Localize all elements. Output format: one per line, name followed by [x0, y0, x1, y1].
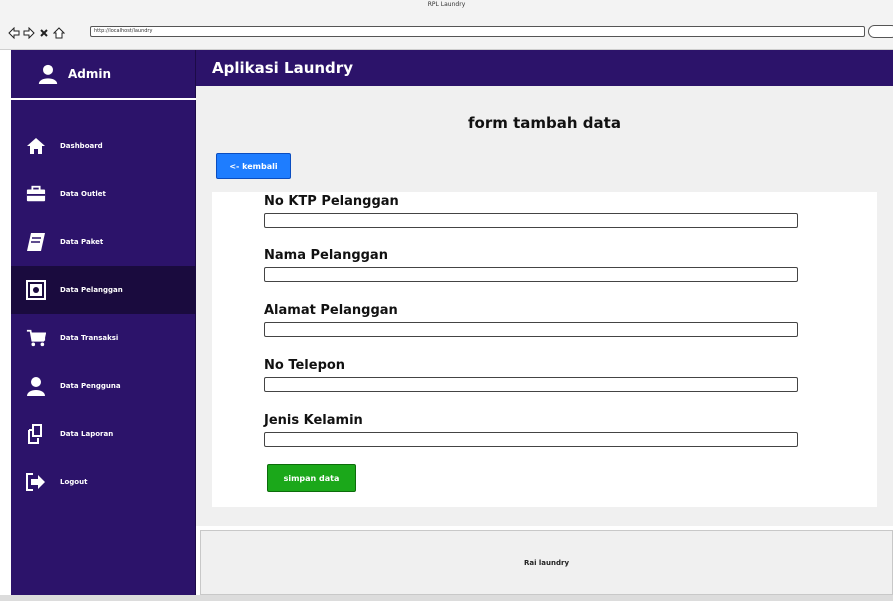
telepon-input[interactable] — [264, 377, 798, 392]
footer-text: Rai laundry — [523, 558, 570, 567]
sidebar-item-label: Data Pelanggan — [60, 286, 123, 294]
sidebar-item-data-pelanggan[interactable]: Data Pelanggan — [11, 266, 196, 314]
sidebar-item-label: Data Pengguna — [60, 382, 121, 390]
cart-icon — [26, 328, 46, 348]
sidebar-item-label: Logout — [60, 478, 88, 486]
sidebar-item-data-pengguna[interactable]: Data Pengguna — [11, 362, 196, 410]
sidebar-profile: Admin — [11, 50, 196, 100]
browser-search-field[interactable] — [868, 25, 893, 38]
jenis-kelamin-input[interactable] — [264, 432, 798, 447]
sidebar-menu: Dashboard Data Outlet Data Paket Data Pe… — [11, 122, 196, 506]
close-icon[interactable] — [38, 24, 50, 37]
footer: Rai laundry — [200, 530, 893, 595]
sidebar-item-label: Data Laporan — [60, 430, 114, 438]
profile-name: Admin — [68, 67, 112, 81]
main-content: form tambah data <- kembali No KTP Pelan… — [196, 86, 893, 526]
sidebar: Admin Dashboard Data Outlet Data Paket D… — [11, 50, 196, 595]
no-ktp-input[interactable] — [264, 213, 798, 228]
home-icon — [26, 136, 46, 156]
alamat-input[interactable] — [264, 322, 798, 337]
forward-arrow-icon[interactable] — [23, 24, 35, 40]
sidebar-item-label: Dashboard — [60, 142, 103, 150]
sidebar-item-data-transaksi[interactable]: Data Transaksi — [11, 314, 196, 362]
sidebar-item-label: Data Paket — [60, 238, 104, 246]
nama-input[interactable] — [264, 267, 798, 282]
user-avatar-icon — [38, 64, 58, 84]
save-button[interactable]: simpan data — [267, 464, 356, 492]
field-label: Jenis Kelamin — [264, 413, 363, 428]
field-label: Alamat Pelanggan — [264, 303, 398, 318]
back-button[interactable]: <- kembali — [216, 153, 291, 179]
sidebar-item-data-outlet[interactable]: Data Outlet — [11, 170, 196, 218]
app-header: Aplikasi Laundry — [196, 50, 893, 86]
field-no-ktp: No KTP Pelanggan — [264, 194, 798, 228]
field-label: No Telepon — [264, 358, 346, 373]
sidebar-item-label: Data Outlet — [60, 190, 106, 198]
browser-toolbar: RPL Laundry http://localhost/laundry — [0, 0, 893, 50]
briefcase-icon — [26, 184, 46, 204]
field-label: No KTP Pelanggan — [264, 194, 399, 209]
user-icon — [26, 376, 46, 396]
window-title: RPL Laundry — [427, 1, 466, 8]
sidebar-item-data-laporan[interactable]: Data Laporan — [11, 410, 196, 458]
back-arrow-icon[interactable] — [8, 24, 20, 40]
sidebar-item-logout[interactable]: Logout — [11, 458, 196, 506]
field-label: Nama Pelanggan — [264, 248, 388, 263]
sidebar-item-dashboard[interactable]: Dashboard — [11, 122, 196, 170]
sidebar-item-label: Data Transaksi — [60, 334, 119, 342]
sidebar-item-data-paket[interactable]: Data Paket — [11, 218, 196, 266]
field-nama: Nama Pelanggan — [264, 248, 798, 282]
book-icon — [26, 232, 46, 252]
field-telepon: No Telepon — [264, 358, 798, 392]
page-title: form tambah data — [468, 114, 621, 132]
window-bottom-edge — [0, 595, 893, 601]
logout-icon — [26, 472, 46, 492]
field-alamat: Alamat Pelanggan — [264, 303, 798, 337]
field-jenis-kelamin: Jenis Kelamin — [264, 413, 798, 447]
copy-icon — [26, 424, 46, 444]
browser-nav — [8, 24, 66, 40]
form-card: No KTP Pelanggan Nama Pelanggan Alamat P… — [212, 192, 877, 507]
app-title: Aplikasi Laundry — [212, 59, 353, 77]
home-nav-icon[interactable] — [52, 24, 66, 39]
safe-icon — [26, 280, 46, 300]
url-bar[interactable]: http://localhost/laundry — [90, 26, 865, 37]
